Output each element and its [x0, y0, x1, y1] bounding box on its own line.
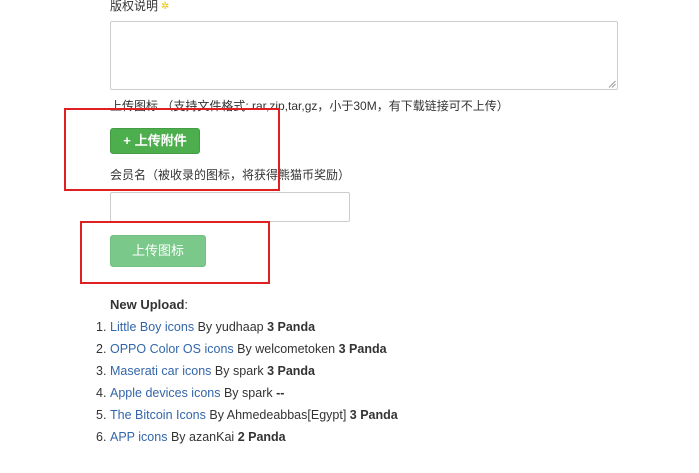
new-upload-colon: :	[184, 297, 189, 312]
list-item-entry: Apple devices icons By spark --	[110, 384, 284, 402]
list-item-number: 1.	[96, 320, 107, 334]
by-text: By	[214, 364, 230, 378]
author-name: spark	[242, 386, 273, 400]
icon-set-link[interactable]: Apple devices icons	[110, 386, 220, 400]
list-item-number: 4.	[96, 386, 107, 400]
list-item-entry: Maserati car icons By spark 3 Panda	[110, 362, 315, 380]
icon-set-link[interactable]: Little Boy icons	[110, 320, 194, 334]
by-text: By	[170, 430, 186, 444]
list-item-number: 2.	[96, 342, 107, 356]
copyright-textarea[interactable]	[110, 21, 618, 90]
list-item-entry: OPPO Color OS icons By welcometoken 3 Pa…	[110, 340, 387, 358]
icon-set-link[interactable]: The Bitcoin Icons	[110, 408, 206, 422]
author-name: welcometoken	[255, 342, 336, 356]
resize-grip-icon[interactable]	[608, 80, 616, 88]
reward-text: 3 Panda	[349, 408, 398, 422]
list-item-entry: Little Boy icons By yudhaap 3 Panda	[110, 318, 315, 336]
reward-text: 3 Panda	[338, 342, 387, 356]
reward-text: --	[276, 386, 285, 400]
reward-text: 3 Panda	[267, 320, 316, 334]
copyright-label: 版权说明 ✲	[110, 0, 169, 14]
member-name-input[interactable]	[110, 192, 350, 222]
list-item-entry: The Bitcoin Icons By Ahmedeabbas[Egypt] …	[110, 406, 398, 424]
upload-icon-form-page: 版权说明 ✲ 上传图标 （支持文件格式: rar,zip,tar,gz，小于30M…	[0, 0, 699, 473]
icon-set-link[interactable]: OPPO Color OS icons	[110, 342, 234, 356]
icon-set-link[interactable]: APP icons	[110, 430, 167, 444]
by-text: By	[209, 408, 224, 422]
author-name: Ahmedeabbas[Egypt]	[226, 408, 347, 422]
copyright-label-text: 版权说明	[110, 0, 159, 13]
author-name: azanKai	[189, 430, 235, 444]
reward-text: 2 Panda	[237, 430, 286, 444]
list-item-entry: APP icons By azanKai 2 Panda	[110, 428, 286, 446]
reward-text: 3 Panda	[267, 364, 315, 378]
highlight-box-attachment	[64, 108, 280, 191]
by-text: By	[197, 320, 213, 334]
new-upload-heading: New Upload:	[110, 297, 188, 313]
author-name: yudhaap	[215, 320, 264, 334]
list-item-number: 3.	[96, 364, 107, 378]
list-item-number: 5.	[96, 408, 107, 422]
required-star-icon: ✲	[161, 1, 170, 12]
highlight-box-submit	[80, 221, 270, 284]
icon-set-link[interactable]: Maserati car icons	[110, 364, 211, 378]
author-name: spark	[233, 364, 264, 378]
by-text: By	[237, 342, 252, 356]
new-upload-title: New Upload	[110, 297, 185, 312]
list-item-number: 6.	[96, 430, 107, 444]
by-text: By	[223, 386, 239, 400]
